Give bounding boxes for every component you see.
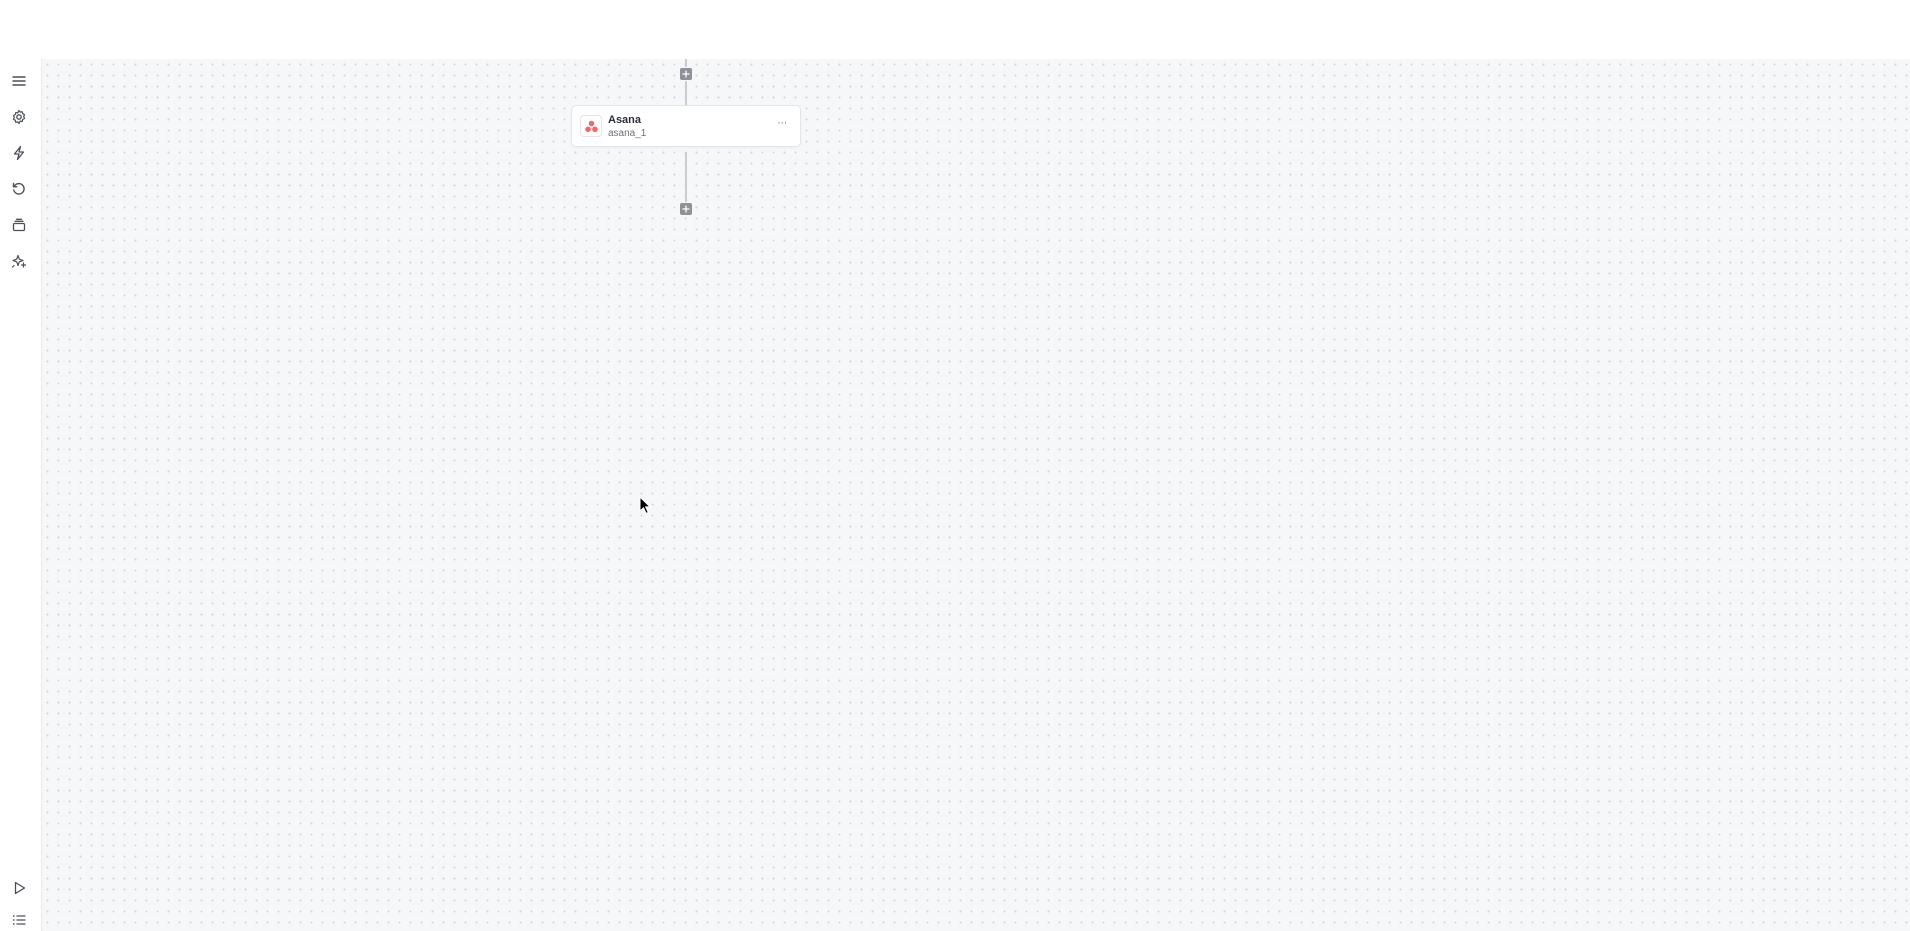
sidebar (0, 59, 42, 931)
sparkle-icon[interactable] (8, 250, 30, 272)
node-more-menu-button[interactable]: ··· (774, 118, 790, 132)
history-icon[interactable] (8, 178, 30, 200)
asana-logo-icon (580, 115, 602, 137)
node-subtitle: asana_1 (608, 128, 647, 139)
connector-line (685, 81, 687, 105)
add-step-icon[interactable] (680, 68, 692, 80)
lightning-icon[interactable] (8, 142, 30, 164)
connector-line (685, 59, 687, 67)
connector-line (685, 152, 687, 202)
workflow-canvas[interactable]: Asana asana_1 ··· (42, 59, 1910, 931)
list-icon[interactable] (8, 909, 30, 931)
workflow-node-asana[interactable]: Asana asana_1 ··· (571, 105, 801, 147)
gear-icon[interactable] (8, 106, 30, 128)
add-step-icon[interactable] (680, 203, 692, 215)
mouse-cursor-icon (639, 496, 652, 515)
node-title: Asana (608, 114, 642, 126)
menu-icon[interactable] (8, 70, 30, 92)
layers-icon[interactable] (8, 214, 30, 236)
play-icon[interactable] (8, 877, 30, 899)
top-bar (0, 0, 1910, 59)
